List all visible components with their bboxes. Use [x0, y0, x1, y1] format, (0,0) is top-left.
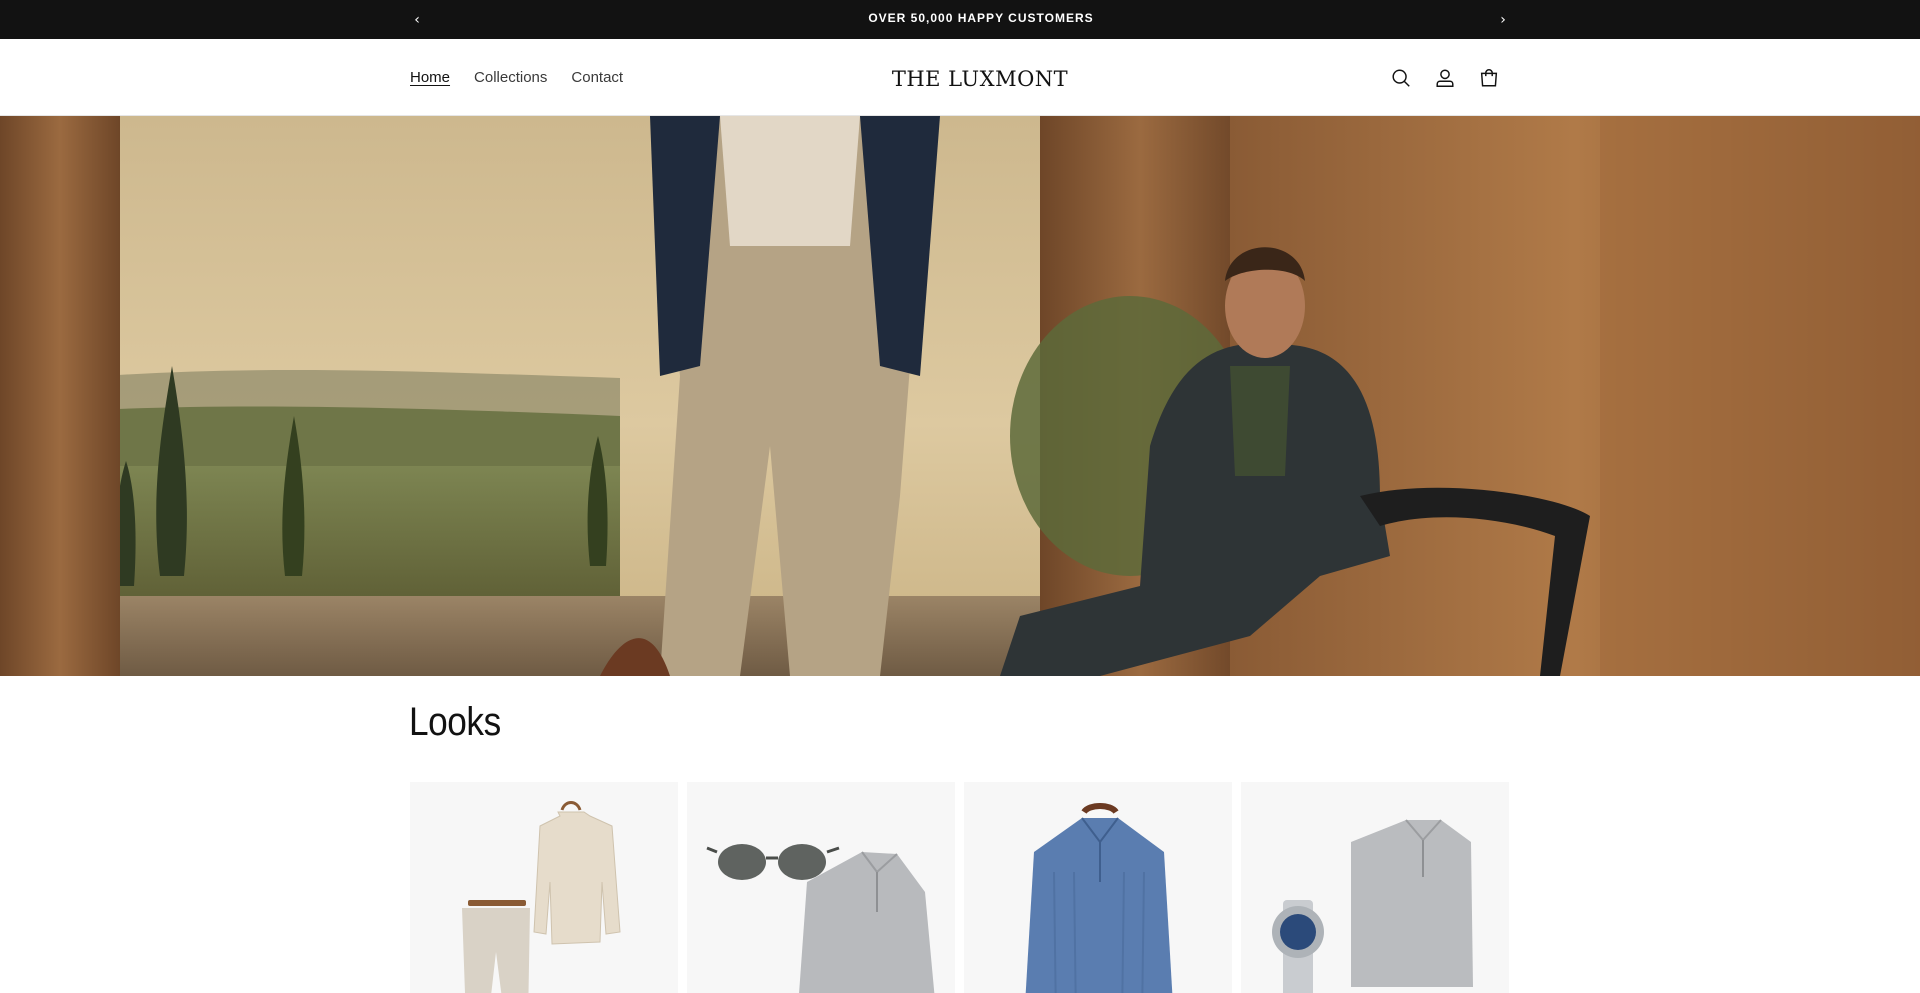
announcement-bar: ‹ OVER 50,000 HAPPY CUSTOMERS › [0, 0, 1920, 39]
look-card[interactable] [410, 782, 678, 993]
look-card[interactable] [687, 782, 955, 993]
main-nav: Home Collections Contact [410, 39, 623, 116]
look-image-watch-sweater [1272, 819, 1473, 993]
site-logo[interactable]: THE LUXMONT [0, 39, 1920, 116]
search-icon[interactable] [1386, 63, 1416, 93]
site-header: Home Collections Contact THE LUXMONT [0, 39, 1920, 116]
look-card[interactable] [964, 782, 1232, 993]
hero-image [0, 116, 1920, 676]
account-icon[interactable] [1430, 63, 1460, 93]
nav-contact-link[interactable]: Contact [571, 69, 623, 86]
look-card[interactable] [1241, 782, 1509, 993]
hero-banner [0, 116, 1920, 676]
look-image-sunglasses-sweater [706, 844, 935, 993]
announcement-message: OVER 50,000 HAPPY CUSTOMERS [868, 11, 1094, 25]
chevron-right-icon[interactable]: › [1488, 0, 1518, 39]
nav-home-link[interactable]: Home [410, 69, 450, 86]
looks-heading: Looks [409, 700, 501, 744]
header-icons [1386, 39, 1504, 116]
cart-icon[interactable] [1474, 63, 1504, 93]
nav-collections-link[interactable]: Collections [474, 69, 547, 86]
look-image-blue-sweater [1025, 803, 1173, 993]
looks-grid [410, 782, 1509, 993]
look-image-shirt-trousers [462, 801, 621, 993]
